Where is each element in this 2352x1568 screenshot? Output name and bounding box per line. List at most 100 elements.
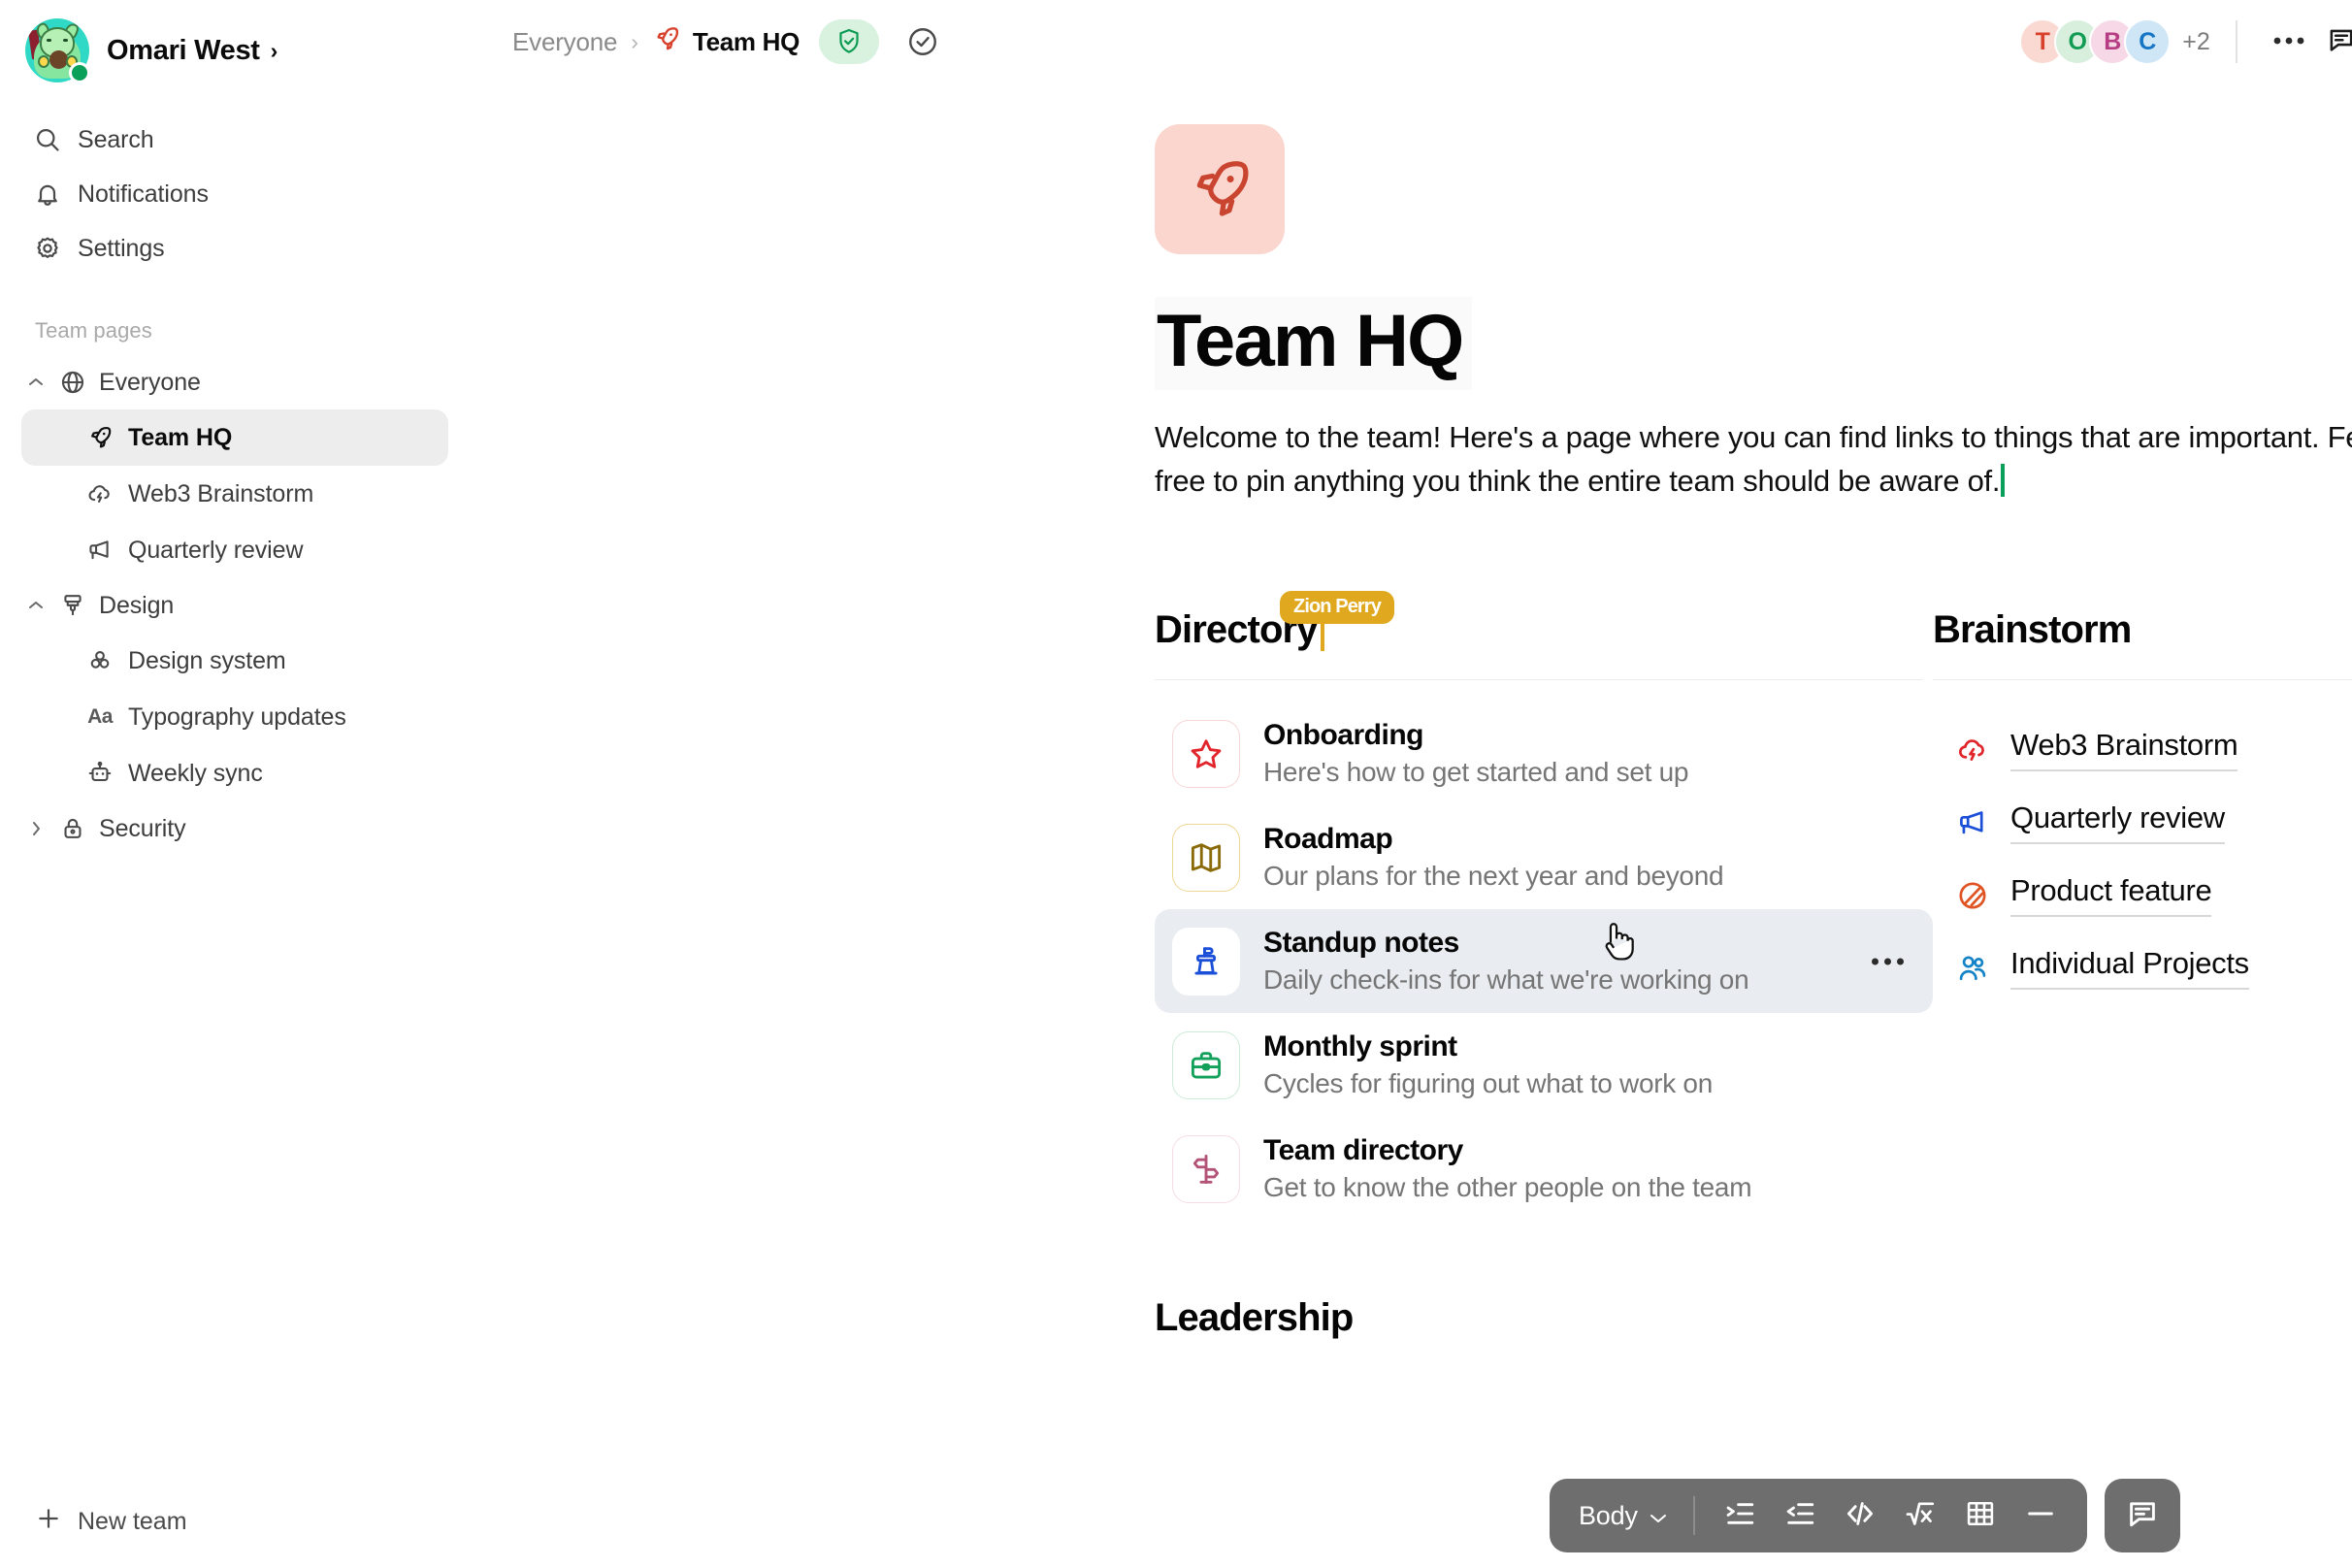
sidebar-item-notifications-label: Notifications	[78, 180, 209, 209]
users-icon	[1956, 952, 1989, 985]
indent-increase-button[interactable]	[1713, 1488, 1767, 1543]
code-block-button[interactable]	[1833, 1488, 1887, 1543]
list-item-title: Roadmap	[1263, 823, 1723, 856]
list-item-text: Roadmap Our plans for the next year and …	[1263, 823, 1723, 892]
sidebar-item-weekly-sync-label: Weekly sync	[128, 760, 263, 788]
directory-list: Onboarding Here's how to get started and…	[1155, 702, 1933, 1221]
avatar[interactable]: C	[2124, 18, 2171, 65]
new-team-label: New team	[78, 1508, 187, 1536]
list-item-label: Individual Projects	[2010, 946, 2249, 990]
list-item[interactable]: Product feature	[1933, 859, 2352, 931]
sidebar-item-search-label: Search	[78, 126, 154, 154]
page-title[interactable]: Team HQ	[1155, 297, 1472, 390]
brainstorm-heading[interactable]: Brainstorm	[1933, 608, 2352, 680]
breadcrumb-separator: ›	[631, 29, 638, 55]
sidebar-group-security[interactable]: Security	[21, 801, 448, 856]
two-column-layout: Directory Zion Perry	[1155, 608, 2352, 1340]
indent-decrease-button[interactable]	[1773, 1488, 1827, 1543]
sidebar-item-web3-brainstorm-label: Web3 Brainstorm	[128, 480, 313, 508]
avatar-hand-left	[38, 55, 49, 68]
list-item[interactable]: Web3 Brainstorm	[1933, 713, 2352, 786]
add-comment-button[interactable]	[2105, 1479, 2180, 1552]
collaborator-avatars[interactable]: T O B C +2	[2019, 18, 2210, 65]
insert-table-button[interactable]	[1953, 1488, 2008, 1543]
breadcrumb-parent[interactable]: Everyone	[512, 27, 617, 57]
brainstorm-list: Web3 Brainstorm Quarterly review	[1933, 713, 2352, 1004]
avatar[interactable]	[25, 18, 89, 82]
divider	[2236, 20, 2238, 63]
primary-nav: Search Notifications Settings	[0, 113, 470, 276]
list-item[interactable]: Monthly sprint Cycles for figuring out w…	[1155, 1013, 1933, 1117]
sidebar-group-everyone-label: Everyone	[99, 369, 201, 397]
plus-icon	[35, 1505, 62, 1539]
paintbrush-icon	[58, 591, 87, 620]
table-icon	[1964, 1497, 1997, 1535]
list-item[interactable]: Standup notes Daily check-ins for what w…	[1155, 909, 1933, 1013]
cloud-lightning-icon	[1956, 734, 1989, 767]
chevron-up-icon[interactable]	[25, 376, 47, 388]
avatar-initial: C	[2139, 28, 2156, 56]
comment-icon	[2326, 24, 2352, 60]
sidebar-item-web3-brainstorm[interactable]: Web3 Brainstorm	[21, 466, 448, 522]
sidebar-item-weekly-sync[interactable]: Weekly sync	[21, 745, 448, 801]
directory-heading[interactable]: Directory Zion Perry	[1155, 608, 1923, 680]
sidebar-group-design-label: Design	[99, 592, 174, 620]
list-item[interactable]: Team directory Get to know the other peo…	[1155, 1117, 1933, 1221]
list-item-title: Team directory	[1263, 1134, 1751, 1167]
divider	[1693, 1496, 1695, 1535]
list-item[interactable]: Quarterly review	[1933, 786, 2352, 859]
new-team-button[interactable]: New team	[35, 1505, 187, 1539]
list-item-text: Onboarding Here's how to get started and…	[1263, 719, 1688, 788]
topbar: Everyone › Team HQ	[470, 0, 2352, 83]
leadership-heading[interactable]: Leadership	[1155, 1296, 1933, 1340]
row-more-options-button[interactable]	[1872, 958, 1904, 964]
sidebar: Omari West › Search Notificat	[0, 0, 470, 1568]
shield-check-icon[interactable]	[819, 19, 879, 64]
breadcrumb-current-label: Team HQ	[693, 27, 800, 57]
sidebar-item-typography-updates[interactable]: Aa Typography updates	[21, 689, 448, 745]
signpost-icon	[1172, 1135, 1240, 1203]
avatar-eye-left	[47, 39, 51, 42]
chevron-right-icon: ›	[271, 40, 278, 62]
user-name-label: Omari West	[107, 35, 260, 67]
cloud-lightning-icon	[85, 479, 114, 508]
sidebar-group-design[interactable]: Design	[21, 578, 448, 633]
math-equation-button[interactable]	[1893, 1488, 1947, 1543]
sidebar-item-settings[interactable]: Settings	[21, 221, 448, 276]
avatar-eye-right	[63, 39, 68, 42]
user-name: Omari West ›	[107, 35, 278, 67]
page-description[interactable]: Welcome to the team! Here's a page where…	[1155, 415, 2352, 505]
podium-icon	[1172, 928, 1240, 996]
horizontal-rule-button[interactable]	[2013, 1488, 2068, 1543]
avatar-overflow-count: +2	[2182, 28, 2210, 56]
text-style-dropdown[interactable]: Body	[1569, 1501, 1682, 1531]
check-circle-icon[interactable]	[906, 25, 939, 58]
more-options-button[interactable]	[2263, 16, 2315, 68]
chevron-up-icon[interactable]	[25, 600, 47, 611]
sidebar-item-notifications[interactable]: Notifications	[21, 167, 448, 221]
horizontal-rule-icon	[2024, 1497, 2057, 1535]
list-item-subtitle: Here's how to get started and set up	[1263, 757, 1688, 788]
comments-button[interactable]	[2315, 16, 2352, 68]
sidebar-item-quarterly-review[interactable]: Quarterly review	[21, 522, 448, 578]
rocket-icon	[652, 24, 681, 60]
briefcase-icon	[1172, 1031, 1240, 1099]
sidebar-item-settings-label: Settings	[78, 235, 165, 263]
gear-icon	[33, 234, 62, 263]
chevron-right-icon[interactable]	[25, 820, 47, 837]
bell-icon	[33, 180, 62, 209]
sidebar-item-team-hq[interactable]: Team HQ	[21, 409, 448, 466]
avatar-initial: O	[2068, 28, 2086, 56]
list-item-label: Quarterly review	[2010, 800, 2225, 844]
user-account-button[interactable]: Omari West ›	[0, 0, 470, 83]
page-emoji-rocket[interactable]	[1155, 124, 1285, 254]
sidebar-group-everyone[interactable]: Everyone	[21, 355, 448, 409]
code-icon	[1844, 1497, 1877, 1535]
sidebar-item-search[interactable]: Search	[21, 113, 448, 167]
list-item[interactable]: Onboarding Here's how to get started and…	[1155, 702, 1933, 805]
team-pages-tree: Everyone Team HQ	[0, 355, 470, 856]
breadcrumb-current[interactable]: Team HQ	[652, 24, 800, 60]
list-item[interactable]: Individual Projects	[1933, 931, 2352, 1004]
list-item[interactable]: Roadmap Our plans for the next year and …	[1155, 805, 1933, 909]
sidebar-item-design-system[interactable]: Design system	[21, 633, 448, 689]
